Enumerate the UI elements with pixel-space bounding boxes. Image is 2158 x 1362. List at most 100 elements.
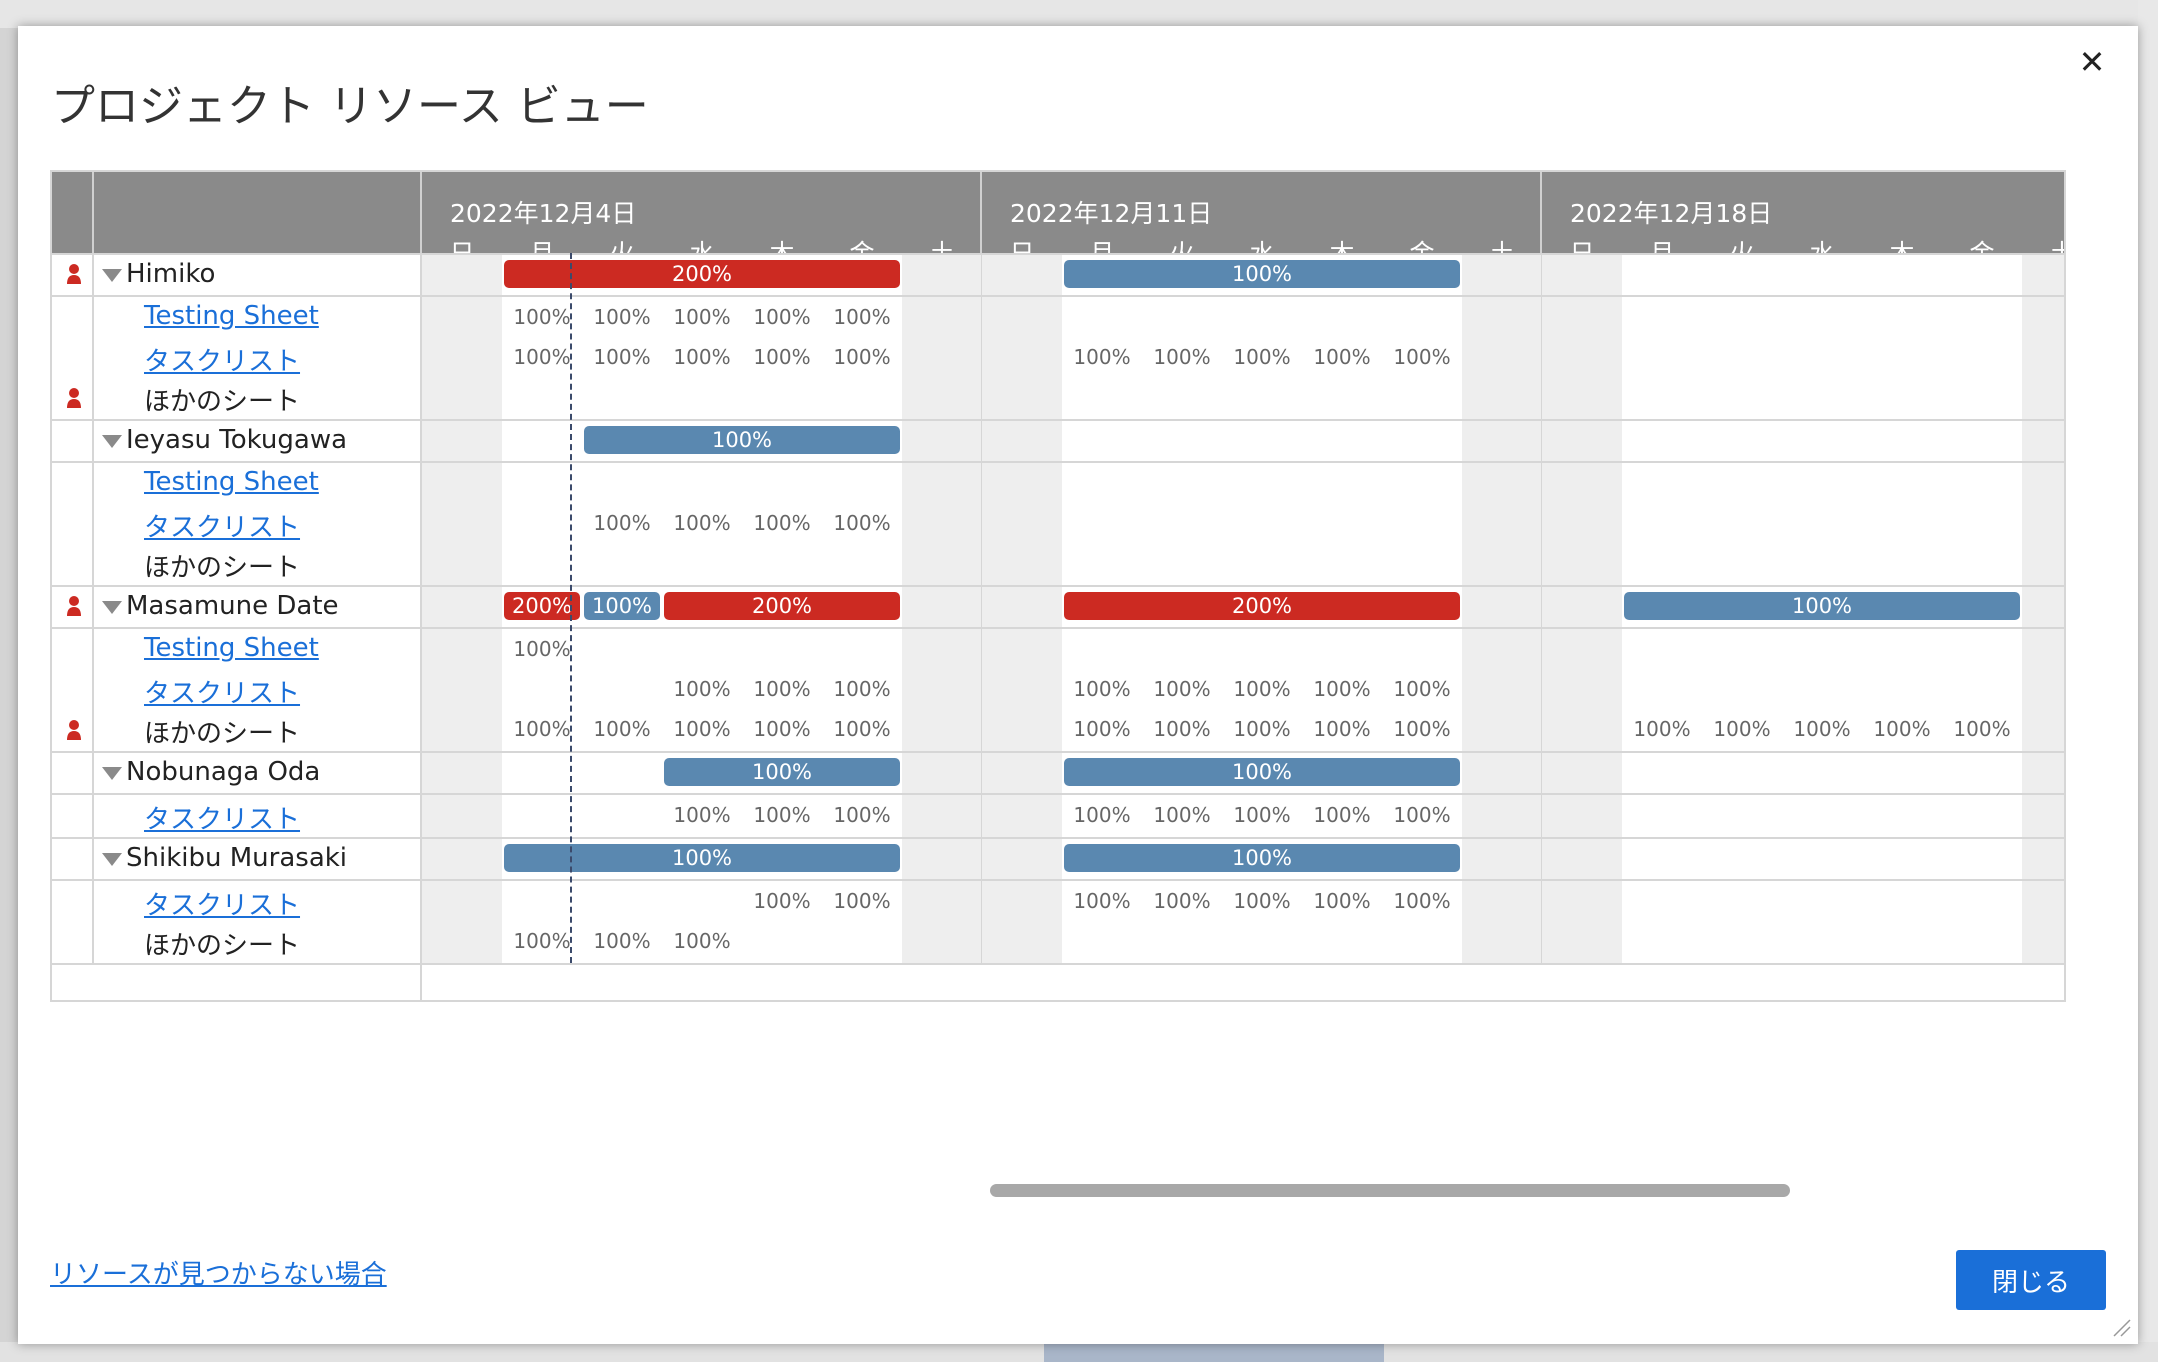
resource-sheets-row — [52, 793, 2064, 837]
resource-name: Masamune Date — [126, 591, 339, 621]
sheet-link[interactable]: Testing Sheet — [144, 467, 319, 497]
allocation-bar: 100% — [584, 426, 900, 454]
allocation-value: 100% — [593, 305, 651, 329]
allocation-value: 100% — [833, 803, 891, 827]
missing-resource-help-link[interactable]: リソースが見つからない場合 — [50, 1254, 387, 1291]
header-left-divider — [92, 172, 94, 253]
allocation-bar: 100% — [504, 844, 900, 872]
allocation-bar: 100% — [1064, 844, 1460, 872]
allocation-value: 100% — [1233, 889, 1291, 913]
allocation-value: 100% — [1313, 717, 1371, 741]
resource-name: Ieyasu Tokugawa — [126, 425, 348, 455]
sheet-link[interactable]: タスクリスト — [144, 341, 300, 378]
allocation-bar: 200% — [1064, 592, 1460, 620]
sheet-link[interactable]: タスクリスト — [144, 673, 300, 710]
expand-triangle-icon[interactable] — [102, 435, 122, 448]
allocation-value: 100% — [1153, 717, 1211, 741]
allocation-value: 100% — [673, 345, 731, 369]
allocation-value: 100% — [1233, 717, 1291, 741]
allocation-value: 100% — [1313, 889, 1371, 913]
allocation-value: 100% — [753, 677, 811, 701]
allocation-value: 100% — [1713, 717, 1771, 741]
allocation-bar: 100% — [1064, 758, 1460, 786]
expand-triangle-icon[interactable] — [102, 767, 122, 780]
resource-row — [52, 751, 2064, 793]
allocation-value: 100% — [1313, 345, 1371, 369]
allocation-value: 100% — [1073, 889, 1131, 913]
allocation-value: 100% — [753, 305, 811, 329]
allocation-value: 100% — [1393, 717, 1451, 741]
background-selected-cell — [1044, 1344, 1384, 1362]
sheet-link[interactable]: Testing Sheet — [144, 301, 319, 331]
expand-triangle-icon[interactable] — [102, 601, 122, 614]
warning-person-icon — [67, 596, 81, 616]
allocation-value: 100% — [833, 677, 891, 701]
warning-person-icon — [67, 720, 81, 740]
allocation-value: 100% — [1393, 677, 1451, 701]
dialog-title: プロジェクト リソース ビュー — [51, 81, 649, 132]
allocation-value: 100% — [1393, 803, 1451, 827]
expand-triangle-icon[interactable] — [102, 853, 122, 866]
close-button[interactable]: 閉じる — [1956, 1250, 2106, 1310]
allocation-value: 100% — [1153, 803, 1211, 827]
resource-name: Himiko — [126, 259, 216, 289]
allocation-bar: 100% — [664, 758, 900, 786]
allocation-value: 100% — [593, 717, 651, 741]
week-label: 2022年12月4日 — [450, 199, 637, 228]
week-label: 2022年12月18日 — [1570, 199, 1773, 228]
sheet-link[interactable]: タスクリスト — [144, 799, 300, 836]
allocation-bar: 200% — [504, 260, 900, 288]
allocation-value: 100% — [1073, 717, 1131, 741]
allocation-value: 100% — [753, 511, 811, 535]
allocation-bar: 100% — [584, 592, 660, 620]
allocation-value: 100% — [673, 929, 731, 953]
allocation-value: 100% — [1393, 345, 1451, 369]
sheet-link[interactable]: タスクリスト — [144, 507, 300, 544]
resource-sheets-row — [52, 879, 2064, 963]
allocation-value: 100% — [753, 803, 811, 827]
allocation-value: 100% — [833, 717, 891, 741]
allocation-value: 100% — [673, 717, 731, 741]
resource-name: Nobunaga Oda — [126, 757, 321, 787]
expand-triangle-icon[interactable] — [102, 269, 122, 282]
today-marker — [570, 253, 572, 963]
allocation-value: 100% — [753, 889, 811, 913]
resource-sheets-row — [52, 461, 2064, 585]
allocation-value: 100% — [673, 677, 731, 701]
allocation-value: 100% — [1073, 677, 1131, 701]
week-label: 2022年12月11日 — [1010, 199, 1213, 228]
allocation-value: 100% — [833, 305, 891, 329]
resource-grid: 2022年12月4日日月火水木金土2022年12月11日日月火水木金土2022年… — [50, 170, 2066, 1002]
allocation-value: 100% — [1153, 677, 1211, 701]
allocation-value: 100% — [673, 511, 731, 535]
warning-person-icon — [67, 388, 81, 408]
horizontal-scrollbar[interactable] — [990, 1184, 1790, 1197]
allocation-bar: 200% — [664, 592, 900, 620]
allocation-value: 100% — [1633, 717, 1691, 741]
resource-row — [52, 837, 2064, 879]
sheet-link[interactable]: Testing Sheet — [144, 633, 319, 663]
allocation-value: 100% — [1153, 345, 1211, 369]
allocation-value: 100% — [753, 717, 811, 741]
allocation-value: 100% — [673, 305, 731, 329]
allocation-value: 100% — [833, 511, 891, 535]
allocation-value: 100% — [673, 803, 731, 827]
background-app-bar — [0, 0, 2158, 28]
resource-sheets-row — [52, 295, 2064, 419]
allocation-value: 100% — [1793, 717, 1851, 741]
allocation-value: 100% — [1233, 803, 1291, 827]
close-icon[interactable]: ✕ — [2070, 40, 2114, 84]
allocation-value: 100% — [833, 889, 891, 913]
resource-view-dialog: プロジェクト リソース ビュー ✕ 2022年12月4日日月火水木金土2022年… — [18, 26, 2138, 1344]
allocation-value: 100% — [1873, 717, 1931, 741]
resize-handle-icon[interactable] — [2110, 1316, 2132, 1338]
allocation-value: 100% — [1073, 345, 1131, 369]
allocation-value: 100% — [753, 345, 811, 369]
allocation-value: 100% — [593, 345, 651, 369]
allocation-value: 100% — [1233, 677, 1291, 701]
sheet-name: ほかのシート — [144, 931, 301, 961]
allocation-bar: 200% — [504, 592, 580, 620]
warning-person-icon — [67, 264, 81, 284]
sheet-link[interactable]: タスクリスト — [144, 885, 300, 922]
sheet-name: ほかのシート — [144, 553, 301, 583]
